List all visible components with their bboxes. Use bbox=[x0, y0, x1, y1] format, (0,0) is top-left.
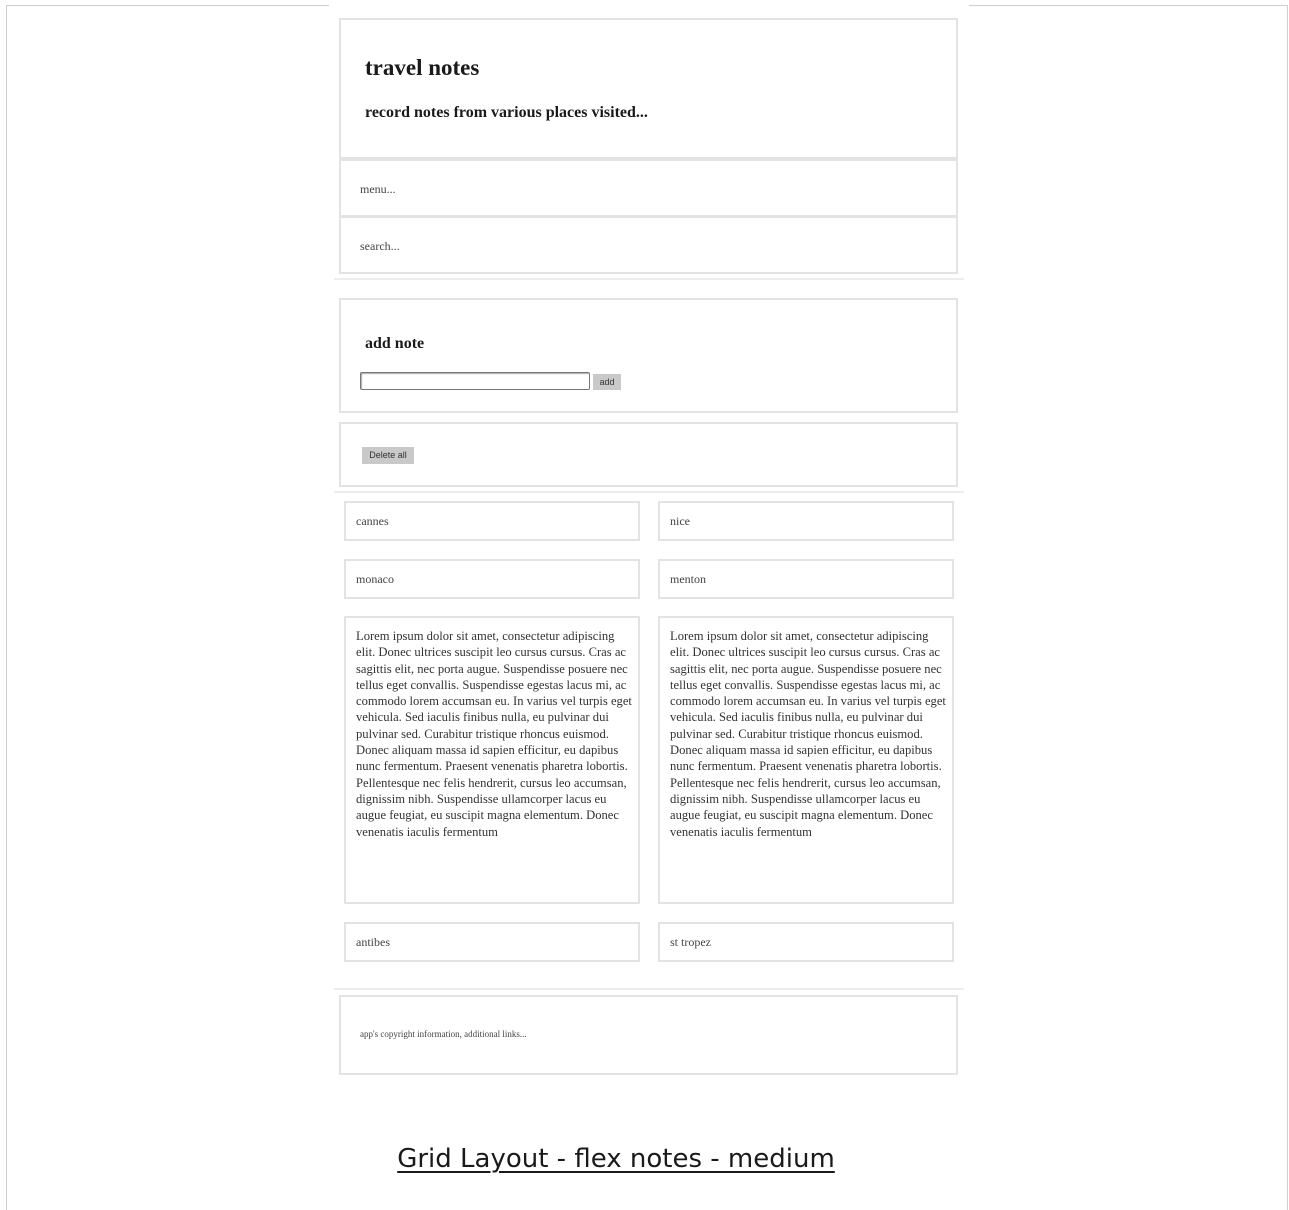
note-card[interactable]: cannes bbox=[344, 501, 640, 541]
slide-caption-link[interactable]: Grid Layout - flex notes - medium bbox=[0, 1144, 1232, 1174]
search-bar[interactable]: search... bbox=[339, 216, 958, 274]
delete-all-button[interactable]: Delete all bbox=[362, 447, 414, 464]
note-card[interactable]: nice bbox=[658, 501, 954, 541]
section-divider bbox=[334, 278, 964, 280]
search-label: search... bbox=[360, 239, 400, 253]
note-card[interactable]: antibes bbox=[344, 922, 640, 962]
app-footer: app's copyright information, additional … bbox=[339, 995, 958, 1075]
add-note-panel: add note add bbox=[339, 298, 958, 413]
note-text: antibes bbox=[356, 935, 390, 949]
actions-panel: Delete all bbox=[339, 422, 958, 487]
add-button[interactable]: add bbox=[593, 374, 621, 390]
note-card[interactable]: st tropez bbox=[658, 922, 954, 962]
note-text: st tropez bbox=[670, 935, 711, 949]
app-header: travel notes record notes from various p… bbox=[339, 18, 958, 159]
note-card[interactable]: Lorem ipsum dolor sit amet, consectetur … bbox=[658, 616, 954, 904]
note-text: Lorem ipsum dolor sit amet, consectetur … bbox=[356, 629, 632, 839]
section-divider bbox=[334, 491, 964, 493]
note-text: nice bbox=[670, 514, 690, 528]
note-input[interactable] bbox=[360, 372, 590, 390]
app-title: travel notes bbox=[365, 55, 480, 80]
add-note-heading: add note bbox=[365, 335, 425, 352]
note-card[interactable]: Lorem ipsum dolor sit amet, consectetur … bbox=[344, 616, 640, 904]
menu-label: menu... bbox=[360, 182, 396, 196]
note-text: monaco bbox=[356, 572, 394, 586]
note-text: cannes bbox=[356, 514, 389, 528]
menu-bar[interactable]: menu... bbox=[339, 159, 958, 217]
note-text: menton bbox=[670, 572, 706, 586]
note-text: Lorem ipsum dolor sit amet, consectetur … bbox=[670, 629, 946, 839]
note-card[interactable]: monaco bbox=[344, 559, 640, 599]
section-divider bbox=[334, 988, 964, 990]
note-card[interactable]: menton bbox=[658, 559, 954, 599]
app-screenshot: travel notes record notes from various p… bbox=[334, 0, 964, 1090]
app-subtitle: record notes from various places visited… bbox=[365, 104, 648, 121]
footer-text: app's copyright information, additional … bbox=[360, 1029, 527, 1039]
